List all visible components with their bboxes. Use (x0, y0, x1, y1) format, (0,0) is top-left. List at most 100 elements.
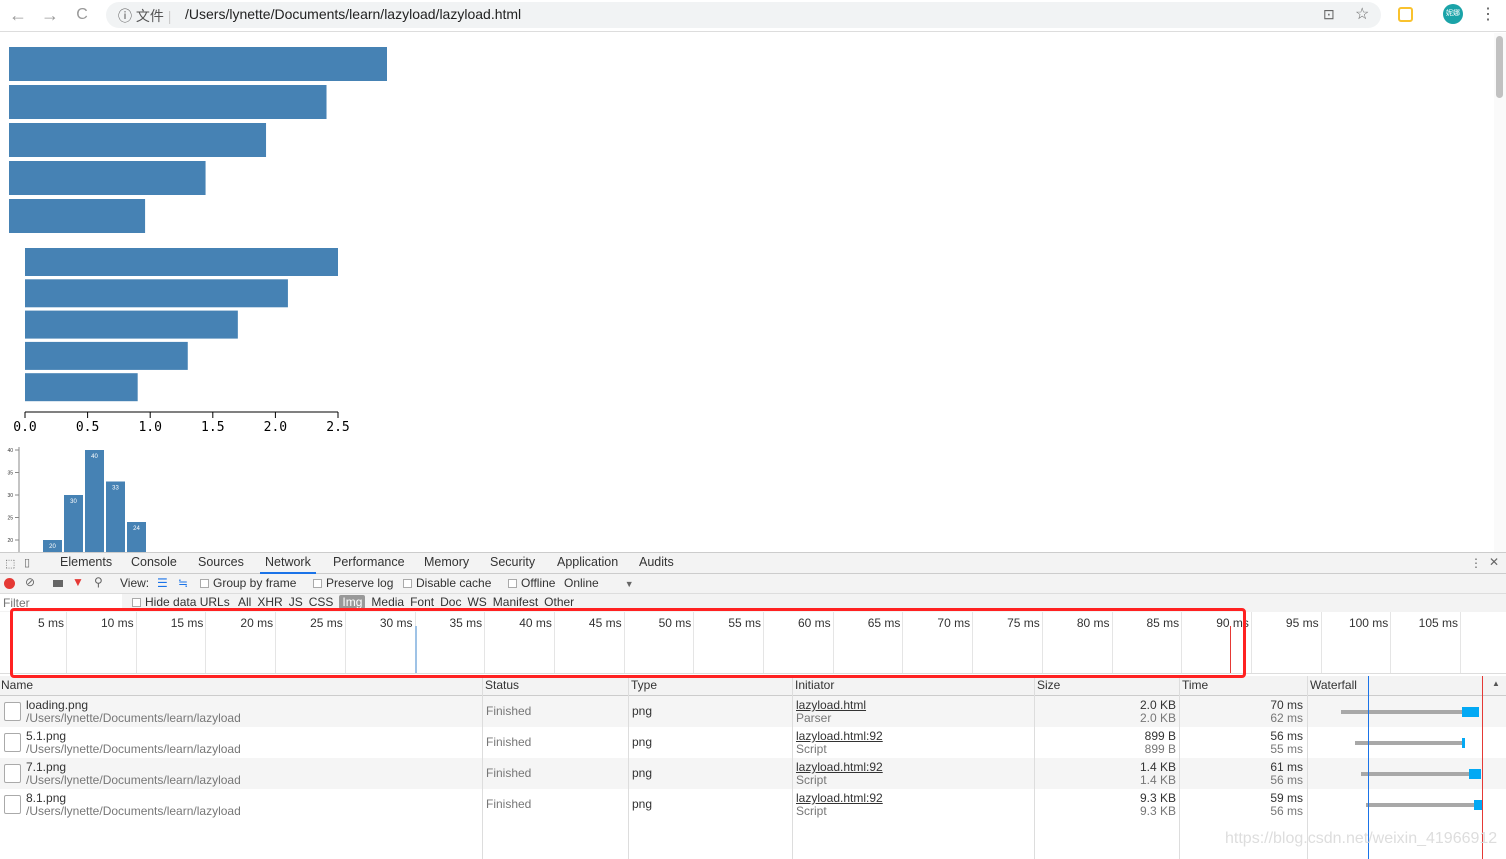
x-tick-label: 0.5 (76, 420, 99, 435)
tab-console[interactable]: Console (131, 555, 177, 574)
request-type: png (632, 704, 653, 718)
page-scrollbar[interactable] (1494, 33, 1506, 552)
group-by-frame-checkbox[interactable]: Group by frame (200, 576, 296, 590)
info-icon: ⓘ (118, 8, 136, 24)
waterfall-waiting-bar[interactable] (1355, 741, 1462, 745)
tab-security[interactable]: Security (490, 555, 535, 574)
hide-data-urls-checkbox[interactable]: Hide data URLs (132, 595, 230, 609)
waterfall-download-bar[interactable] (1462, 707, 1479, 717)
tab-elements[interactable]: Elements (60, 555, 112, 574)
waterfall-waiting-bar[interactable] (1341, 710, 1462, 714)
extension-icon[interactable] (1398, 7, 1413, 22)
y-tick-label: 20 (7, 538, 13, 544)
image-file-icon (4, 702, 21, 721)
url-text[interactable]: /Users/lynette/Documents/learn/lazyload/… (185, 6, 521, 22)
table-row[interactable]: 5.1.png /Users/lynette/Documents/learn/l… (0, 727, 1506, 758)
throttle-select[interactable]: Online ▼ (564, 576, 634, 590)
table-row[interactable]: 8.1.png /Users/lynette/Documents/learn/l… (0, 789, 1506, 820)
x-tick-label: 0.0 (13, 420, 36, 435)
list-view-icon[interactable]: ☰ (157, 576, 168, 590)
close-devtools-icon[interactable]: ✕ (1489, 555, 1499, 569)
screenshot-icon[interactable] (53, 580, 63, 587)
filter-icon[interactable]: ▼ (72, 575, 84, 589)
x-tick-label: 2.0 (264, 420, 287, 435)
column-header-time[interactable]: Time (1182, 676, 1208, 696)
tab-performance[interactable]: Performance (333, 555, 405, 574)
preserve-log-checkbox[interactable]: Preserve log (313, 576, 393, 590)
scrollbar-thumb[interactable] (1496, 36, 1503, 98)
bar-data-label: 40 (91, 454, 98, 460)
column-header-size[interactable]: Size (1037, 676, 1060, 696)
filter-type-js[interactable]: JS (289, 595, 303, 609)
device-toggle-icon[interactable]: ▯ (24, 556, 30, 569)
bar (25, 310, 238, 339)
waterfall-download-bar[interactable] (1469, 769, 1481, 779)
timeline-gridline (1390, 612, 1392, 673)
waterfall-waiting-bar[interactable] (1361, 772, 1469, 776)
column-header-initiator[interactable]: Initiator (795, 676, 834, 696)
waterfall-waiting-bar[interactable] (1366, 803, 1474, 807)
view-label: View: (120, 576, 150, 590)
offline-checkbox[interactable]: Offline (508, 576, 555, 590)
bar (25, 248, 338, 276)
column-header-waterfall[interactable]: Waterfall (1310, 676, 1357, 696)
column-header-type[interactable]: Type (631, 676, 657, 696)
record-button[interactable] (4, 578, 15, 589)
filter-type-all[interactable]: All (238, 595, 251, 609)
tab-memory[interactable]: Memory (424, 555, 469, 574)
avatar[interactable]: 妮娜 (1443, 4, 1463, 24)
resource-type-filters: All XHR JS CSS Img Media Font Doc WS Manifest Othe… (238, 595, 580, 609)
waterfall-view-icon[interactable]: ≒ (178, 576, 188, 590)
column-header-status[interactable]: Status (485, 676, 519, 696)
forward-button[interactable]: → (38, 4, 62, 26)
timeline-tick-label: 95 ms (1285, 616, 1319, 630)
clear-icon[interactable]: ⊘ (25, 575, 35, 589)
filter-type-ws[interactable]: WS (467, 595, 486, 609)
request-path: /Users/lynette/Documents/learn/lazyload (26, 742, 241, 756)
column-header-name[interactable]: Name (1, 676, 33, 696)
timeline-gridline (1320, 612, 1322, 673)
timeline-tick-label: 105 ms (1418, 616, 1458, 630)
waterfall-download-bar[interactable] (1474, 800, 1482, 810)
tab-network[interactable]: Network (260, 555, 316, 574)
image-file-icon (4, 733, 21, 752)
inspect-icon[interactable]: ⬚ (5, 557, 15, 570)
bar (9, 85, 327, 119)
table-row[interactable]: loading.png /Users/lynette/Documents/lea… (0, 696, 1506, 727)
image-file-icon (4, 795, 21, 814)
filter-type-media[interactable]: Media (371, 595, 404, 609)
initiator-type: Script (796, 773, 827, 787)
browser-toolbar: ← → C ⓘ 文件 | /Users/lynette/Documents/le… (0, 0, 1506, 32)
table-row[interactable]: 7.1.png /Users/lynette/Documents/learn/l… (0, 758, 1506, 789)
bar-data-label: 33 (112, 486, 119, 492)
sort-ascending-icon[interactable]: ▲ (1492, 679, 1500, 688)
bar-data-label: 24 (133, 526, 140, 532)
tab-sources[interactable]: Sources (198, 555, 244, 574)
content-size: 899 B (1144, 742, 1176, 756)
filter-type-other[interactable]: Other (544, 595, 574, 609)
network-toolbar: ⊘ ▼ ⚲ View: ☰ ≒ Group by frame Preserve … (0, 574, 1506, 594)
filter-type-css[interactable]: CSS (309, 595, 334, 609)
initiator-type: Script (796, 804, 827, 818)
reload-button[interactable]: C (70, 4, 94, 26)
tab-application[interactable]: Application (557, 555, 618, 574)
back-button[interactable]: ← (6, 4, 30, 26)
filter-type-font[interactable]: Font (410, 595, 434, 609)
filter-type-doc[interactable]: Doc (440, 595, 461, 609)
bar (25, 341, 188, 370)
disable-cache-checkbox[interactable]: Disable cache (403, 576, 491, 590)
menu-icon[interactable]: ⋮ (1480, 4, 1496, 24)
column-divider (482, 676, 483, 859)
search-icon[interactable]: ⚲ (94, 575, 103, 589)
bookmark-star-icon[interactable]: ☆ (1355, 4, 1369, 24)
filter-type-xhr[interactable]: XHR (257, 595, 282, 609)
page-content: 0.0 0.5 1.0 1.5 2.0 2.5 40 35 30 25 20 20 30 40 33 24 (0, 33, 1494, 552)
filter-type-manifest[interactable]: Manifest (493, 595, 538, 609)
filter-type-img[interactable]: Img (339, 595, 366, 609)
translate-icon[interactable]: ⊡ (1323, 6, 1335, 23)
tab-audits[interactable]: Audits (639, 555, 674, 574)
waterfall-download-bar[interactable] (1462, 738, 1465, 748)
site-info[interactable]: ⓘ 文件 | (118, 6, 171, 26)
devtools-menu-icon[interactable]: ⋮ (1470, 556, 1482, 570)
bar (25, 279, 288, 308)
